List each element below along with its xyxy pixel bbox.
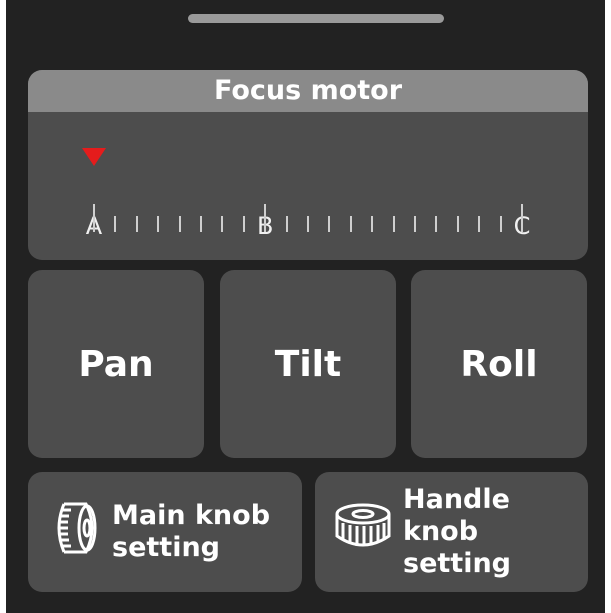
handle-knob-setting-button[interactable]: Handle knob setting: [315, 472, 588, 592]
main-knob-icon: [44, 498, 104, 566]
scale-minor-tick: [135, 216, 138, 232]
focus-position-marker-icon[interactable]: [82, 148, 106, 166]
scale-minor-tick: [456, 216, 459, 232]
handle-knob-label-line1: Handle knob: [403, 484, 510, 547]
pull-down-handle[interactable]: [188, 14, 444, 23]
scale-minor-tick: [242, 216, 245, 232]
focus-motor-title-bar: Focus motor: [28, 70, 588, 112]
scale-major-tick: [264, 204, 267, 232]
scale-major-tick: [521, 204, 523, 232]
scale-minor-tick: [414, 216, 416, 232]
focus-scale[interactable]: A B C: [28, 112, 588, 260]
pan-button-label: Pan: [78, 343, 154, 385]
scale-minor-tick: [200, 216, 202, 232]
device-screen: Focus motor A B C Pan Tilt Roll: [6, 0, 605, 613]
scale-minor-tick: [371, 216, 374, 232]
scale-minor-tick: [499, 216, 502, 232]
scale-major-tick: [93, 204, 95, 232]
scale-minor-tick: [349, 216, 352, 232]
scale-minor-tick: [307, 216, 309, 232]
pan-button[interactable]: Pan: [28, 270, 204, 458]
roll-button[interactable]: Roll: [411, 270, 587, 458]
main-knob-label-line2: setting: [112, 532, 220, 563]
handle-knob-label-line2: setting: [403, 548, 511, 579]
handle-knob-icon: [331, 498, 395, 566]
tilt-button-label: Tilt: [274, 343, 342, 385]
roll-button-label: Roll: [460, 343, 538, 385]
scale-minor-tick: [157, 216, 160, 232]
tilt-button[interactable]: Tilt: [220, 270, 396, 458]
scale-minor-tick: [178, 216, 181, 232]
scale-minor-tick: [285, 216, 288, 232]
scale-minor-tick: [114, 216, 117, 232]
scale-minor-tick: [392, 216, 395, 232]
scale-minor-tick: [221, 216, 224, 232]
main-knob-label-line1: Main knob: [112, 500, 271, 531]
main-knob-setting-button[interactable]: Main knob setting: [28, 472, 302, 592]
scale-minor-tick: [435, 216, 438, 232]
focus-motor-title: Focus motor: [213, 75, 403, 106]
scale-minor-tick: [328, 216, 331, 232]
scale-minor-tick: [478, 216, 481, 232]
focus-motor-panel[interactable]: Focus motor A B C: [28, 70, 588, 260]
